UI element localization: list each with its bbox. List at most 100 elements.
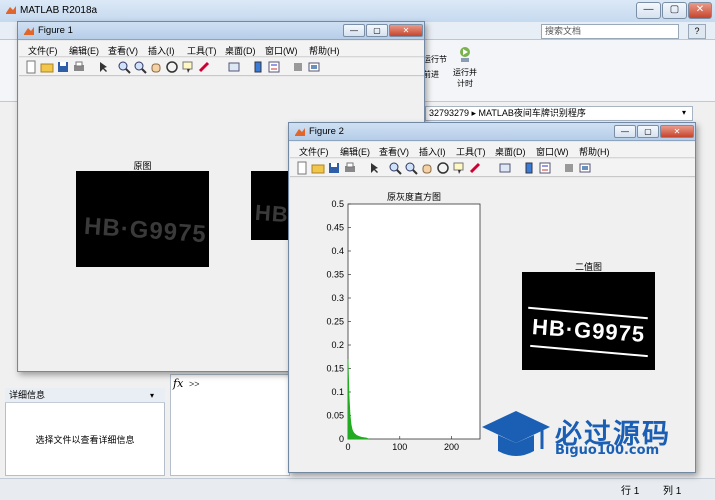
select-arrow-icon[interactable] bbox=[367, 161, 381, 175]
figure-icon bbox=[24, 27, 34, 35]
figure-2-title: Figure 2 bbox=[309, 126, 344, 137]
zoom-out-icon[interactable] bbox=[404, 161, 418, 175]
menu-insert[interactable]: 插入(I) bbox=[148, 44, 175, 57]
menu-window[interactable]: 窗口(W) bbox=[536, 145, 569, 158]
original-plate-text: HB·G9975 bbox=[83, 212, 208, 249]
y-tick-label: 0.5 bbox=[331, 199, 344, 209]
y-tick-label: 0.2 bbox=[331, 340, 344, 350]
data-cursor-icon[interactable] bbox=[452, 161, 466, 175]
show-plot-tools-icon[interactable] bbox=[307, 60, 321, 74]
data-cursor-icon[interactable] bbox=[181, 60, 195, 74]
y-tick-label: 0 bbox=[339, 434, 344, 444]
zoom-in-icon[interactable] bbox=[117, 60, 131, 74]
rotate-3d-icon[interactable] bbox=[165, 60, 179, 74]
search-documentation-input[interactable]: 搜索文档 bbox=[541, 24, 679, 39]
open-file-icon[interactable] bbox=[40, 60, 54, 74]
status-col: 列 1 bbox=[663, 486, 682, 497]
menu-file[interactable]: 文件(F) bbox=[299, 145, 329, 158]
run-and-time-icon bbox=[460, 47, 470, 62]
details-collapse-icon[interactable]: ▾ bbox=[150, 391, 154, 400]
original-image: HB·G9975 bbox=[76, 171, 209, 267]
figure-icon bbox=[295, 128, 305, 136]
brush-icon[interactable] bbox=[468, 161, 482, 175]
current-folder-path[interactable]: 32793279 ▸ MATLAB夜间车牌识别程序 bbox=[425, 106, 693, 121]
y-tick-label: 0.45 bbox=[326, 223, 344, 233]
run-and-time-label: 运行并 计时 bbox=[453, 68, 477, 88]
figure-2-menu-bar: 文件(F) 编辑(E) 查看(V) 插入(I) 工具(T) 桌面(D) 窗口(W… bbox=[290, 142, 695, 158]
rotate-3d-icon[interactable] bbox=[436, 161, 450, 175]
new-figure-icon[interactable] bbox=[24, 60, 38, 74]
y-tick-label: 0.05 bbox=[326, 411, 344, 421]
hide-plot-tools-icon[interactable] bbox=[291, 60, 305, 74]
legend-icon[interactable] bbox=[267, 60, 281, 74]
details-panel-header: 详细信息 bbox=[5, 388, 165, 403]
colorbar-icon[interactable] bbox=[522, 161, 536, 175]
menu-insert[interactable]: 插入(I) bbox=[419, 145, 446, 158]
menu-desktop[interactable]: 桌面(D) bbox=[225, 44, 256, 57]
figure-1-close-button[interactable]: ✕ bbox=[389, 24, 423, 37]
y-tick-label: 0.15 bbox=[326, 364, 344, 374]
menu-tools[interactable]: 工具(T) bbox=[456, 145, 486, 158]
figure-2-close-button[interactable]: ✕ bbox=[660, 125, 694, 138]
zoom-out-icon[interactable] bbox=[133, 60, 147, 74]
run-and-time-button[interactable]: 运行并 计时 bbox=[450, 46, 480, 92]
main-title-bar: MATLAB R2018a — ▢ ✕ bbox=[0, 0, 715, 22]
menu-edit[interactable]: 编辑(E) bbox=[340, 145, 370, 158]
figure-1-toolbar bbox=[19, 58, 424, 76]
app-title: MATLAB R2018a bbox=[20, 5, 98, 16]
plot-area bbox=[347, 203, 481, 440]
select-arrow-icon[interactable] bbox=[96, 60, 110, 74]
hide-plot-tools-icon[interactable] bbox=[562, 161, 576, 175]
figure-1-minimize-button[interactable]: — bbox=[343, 24, 365, 37]
zoom-in-icon[interactable] bbox=[388, 161, 402, 175]
menu-tools[interactable]: 工具(T) bbox=[187, 44, 217, 57]
status-row: 行 1 bbox=[621, 486, 640, 497]
matlab-logo-icon bbox=[6, 6, 16, 14]
open-file-icon[interactable] bbox=[311, 161, 325, 175]
legend-icon[interactable] bbox=[538, 161, 552, 175]
menu-file[interactable]: 文件(F) bbox=[28, 44, 58, 57]
menu-view[interactable]: 查看(V) bbox=[108, 44, 138, 57]
binary-plate-text: HB·G9975 bbox=[531, 314, 646, 347]
colorbar-icon[interactable] bbox=[251, 60, 265, 74]
print-icon[interactable] bbox=[72, 60, 86, 74]
graduation-cap-icon bbox=[482, 411, 550, 456]
command-prompt: >> bbox=[189, 379, 200, 389]
y-tick-label: 0.1 bbox=[331, 387, 344, 397]
new-figure-icon[interactable] bbox=[295, 161, 309, 175]
figure-2-maximize-button[interactable]: ▢ bbox=[637, 125, 659, 138]
figure-2-minimize-button[interactable]: — bbox=[614, 125, 636, 138]
print-icon[interactable] bbox=[343, 161, 357, 175]
menu-edit[interactable]: 编辑(E) bbox=[69, 44, 99, 57]
watermark-url: Biguo100.com bbox=[555, 443, 660, 458]
menu-view[interactable]: 查看(V) bbox=[379, 145, 409, 158]
figure-2-toolbar bbox=[290, 159, 695, 177]
figure-1-title-bar: Figure 1 — ▢ ✕ bbox=[18, 22, 424, 40]
brush-icon[interactable] bbox=[197, 60, 211, 74]
show-plot-tools-icon[interactable] bbox=[578, 161, 592, 175]
y-tick-label: 0.4 bbox=[331, 246, 344, 256]
maximize-button[interactable]: ▢ bbox=[662, 2, 687, 19]
link-plot-icon[interactable] bbox=[227, 60, 241, 74]
run-section-advance-button[interactable]: 运行节 前进 bbox=[423, 52, 447, 82]
binary-image: HB·G9975 bbox=[522, 272, 655, 370]
figure-2-title-bar: Figure 2 — ▢ ✕ bbox=[289, 123, 695, 141]
close-button[interactable]: ✕ bbox=[688, 2, 712, 19]
save-icon[interactable] bbox=[327, 161, 341, 175]
menu-help[interactable]: 帮助(H) bbox=[309, 44, 340, 57]
pan-hand-icon[interactable] bbox=[149, 60, 163, 74]
function-browser-icon[interactable]: fx bbox=[173, 377, 183, 390]
y-tick-label: 0.25 bbox=[326, 317, 344, 327]
figure-1-maximize-button[interactable]: ▢ bbox=[366, 24, 388, 37]
pan-hand-icon[interactable] bbox=[420, 161, 434, 175]
link-plot-icon[interactable] bbox=[498, 161, 512, 175]
minimize-button[interactable]: — bbox=[636, 2, 661, 19]
menu-window[interactable]: 窗口(W) bbox=[265, 44, 298, 57]
x-tick-label: 200 bbox=[444, 442, 459, 452]
path-dropdown-icon[interactable]: ▾ bbox=[682, 108, 686, 117]
command-window[interactable] bbox=[170, 374, 290, 476]
save-icon[interactable] bbox=[56, 60, 70, 74]
menu-desktop[interactable]: 桌面(D) bbox=[495, 145, 526, 158]
help-button[interactable]: ? bbox=[688, 24, 706, 39]
menu-help[interactable]: 帮助(H) bbox=[579, 145, 610, 158]
